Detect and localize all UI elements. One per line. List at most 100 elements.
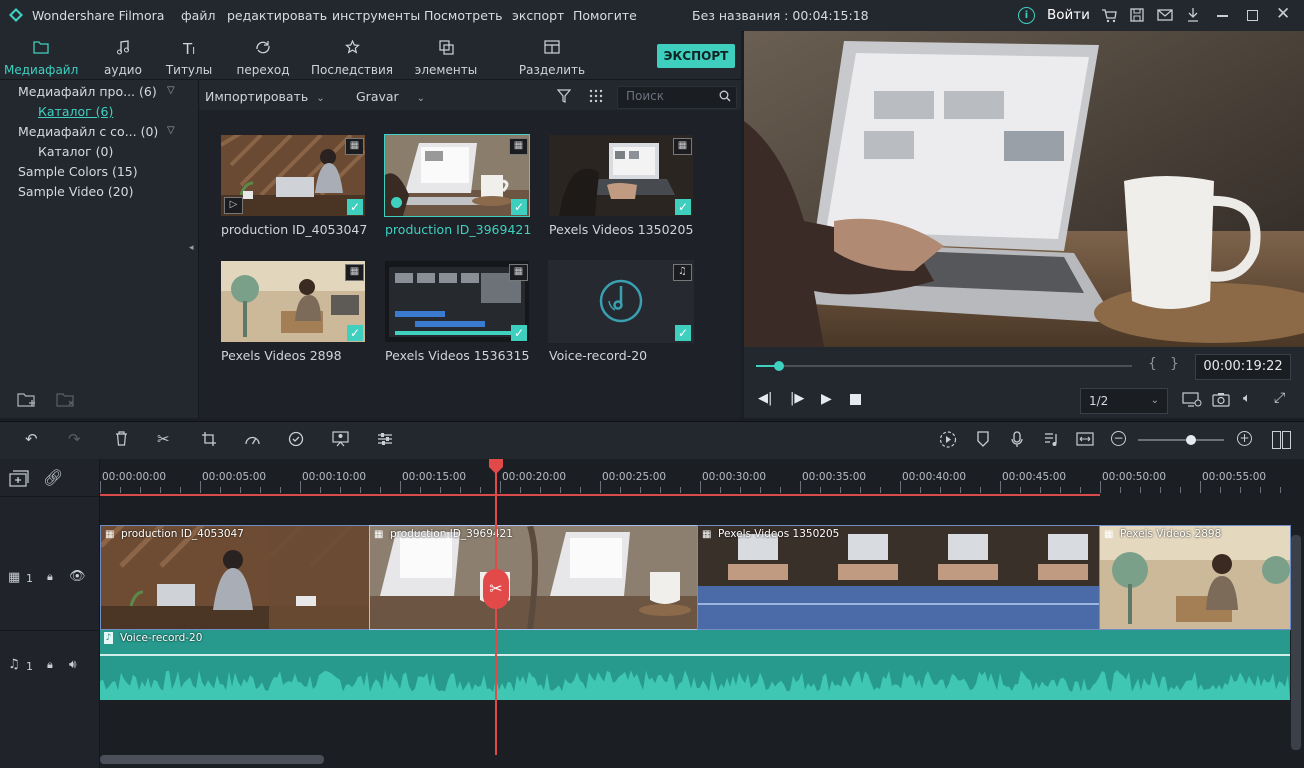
zoom-slider-handle[interactable] [1186,435,1196,445]
play-frame-icon[interactable]: |▶ [790,391,804,406]
mail-icon[interactable] [1157,9,1173,21]
audio-clip-label: Voice-record-20 [120,632,203,644]
delete-folder-icon[interactable] [56,391,76,408]
new-folder-icon[interactable] [17,391,37,408]
color-correction-icon[interactable] [288,431,304,447]
restore-icon[interactable] [1247,10,1258,21]
snapshot-camera-icon[interactable] [1212,392,1230,407]
add-track-icon[interactable] [9,470,29,487]
record-dropdown[interactable]: Gravar ⌄ [356,89,425,104]
zoom-out-icon[interactable]: − [1111,431,1126,446]
lock-icon[interactable]: 🔒︎ [47,570,53,584]
video-clip[interactable]: ▦ Pexels Videos 2898 [1099,525,1291,630]
crop-icon[interactable] [201,431,217,447]
display-settings-icon[interactable] [1182,391,1202,408]
library-item-project-media[interactable]: Медиафайл про... (6) [18,84,157,99]
menu-view[interactable]: Посмотреть [424,8,503,23]
library-item-shared-media[interactable]: Медиафайл с со... (0) [18,124,158,139]
audio-mixer-icon[interactable] [377,432,393,446]
search-icon[interactable] [719,90,731,102]
used-check-icon: ✓ [511,325,527,341]
filter-icon[interactable] [557,89,571,103]
minimize-icon[interactable] [1217,15,1228,17]
mark-out-icon[interactable]: } [1170,356,1179,372]
undo-icon[interactable]: ↶ [25,430,38,448]
playhead-handle[interactable] [487,459,505,475]
menu-help[interactable]: Помогите [573,8,637,23]
menu-edit[interactable]: редактировать [227,8,327,23]
media-label: Pexels Videos 1350205 [549,222,694,237]
media-thumb[interactable]: ▦ ✓ [548,134,694,217]
split-scissors-button[interactable]: ✂ [483,569,509,609]
library-item-folder-empty[interactable]: Каталог (0) [38,144,113,159]
volume-icon[interactable]: 🔈︎ [1243,391,1251,406]
chevron-down-icon[interactable]: ▽ [167,85,175,96]
tab-elements[interactable]: элементы [413,31,479,79]
audio-clip[interactable]: ♪ Voice-record-20 [100,630,1290,700]
delete-icon[interactable] [115,431,128,446]
timeline-layout-icon[interactable] [1272,431,1281,449]
voiceover-mic-icon[interactable] [1011,431,1023,448]
media-thumb[interactable]: ▦ ✓ [384,260,530,343]
login-button[interactable]: Войти [1047,7,1090,23]
eye-icon[interactable]: 👁︎ [69,569,86,584]
grid-view-icon[interactable] [589,89,603,103]
zoom-in-icon[interactable]: + [1237,431,1252,446]
info-icon[interactable]: i [1018,7,1035,24]
speaker-icon[interactable]: 🔊︎ [69,657,77,672]
close-icon[interactable]: ✕ [1276,4,1290,24]
play-icon[interactable]: ▶ [821,391,832,407]
stop-icon[interactable] [850,394,861,405]
library-item-sample-video[interactable]: Sample Video (20) [18,184,134,199]
video-track-number: 1 [26,572,33,585]
tab-audio[interactable]: аудио [96,31,150,79]
tab-media[interactable]: Медиафайл [4,31,78,82]
tab-transitions[interactable]: переход [234,31,292,79]
save-icon[interactable] [1130,8,1144,22]
mark-in-icon[interactable]: { [1148,356,1157,372]
fullscreen-icon[interactable]: ⤢ [1274,390,1285,406]
video-clip-selected[interactable]: ▦ production ID_3969421 [369,525,698,630]
media-thumb[interactable]: ▦ ▷ ✓ [220,134,366,217]
video-clip[interactable]: ▦ Pexels Videos 1350205 [697,525,1100,630]
speed-icon[interactable] [244,432,261,445]
tab-split-screen[interactable]: Разделить экран [499,31,605,91]
menu-export[interactable]: экспорт [512,8,564,23]
lock-icon[interactable]: 🔒︎ [47,658,53,672]
menu-tools[interactable]: инструменты [332,8,420,23]
media-thumb[interactable]: ▦ ✓ [220,260,366,343]
chevron-down-icon[interactable]: ▽ [167,125,175,136]
timeline-layout-icon-2[interactable] [1282,431,1291,449]
project-title: Без названия : 00:04:15:18 [692,8,869,23]
video-clip[interactable]: ▦ production ID_4053047 [100,525,370,630]
media-label: Pexels Videos 2898 [221,348,342,363]
timeline-horizontal-scrollbar[interactable] [100,755,324,764]
media-thumb-selected[interactable]: ▦ ✓ [384,134,530,217]
render-preview-icon[interactable] [939,431,957,448]
tab-titles[interactable]: TI Титулы [162,31,216,79]
redo-icon[interactable]: ↷ [68,430,81,448]
playback-quality-select[interactable]: 1/2 ⌄ [1080,388,1168,414]
import-dropdown[interactable]: Импортировать ⌄ [205,89,325,104]
split-scissors-icon[interactable]: ✂ [157,430,170,448]
preview-progress-track[interactable] [756,365,1132,367]
cart-icon[interactable] [1101,8,1117,23]
download-icon[interactable] [1186,7,1200,23]
library-item-folder[interactable]: Каталог (6) [38,104,113,119]
fit-timeline-icon[interactable] [1076,432,1094,446]
menu-file[interactable]: файл [181,8,215,23]
step-back-icon[interactable]: ◀| [758,391,772,406]
link-icon[interactable]: 🔗︎ [43,468,63,487]
green-screen-icon[interactable] [332,431,349,447]
export-button[interactable]: ЭКСПОРТ [657,44,735,68]
timeline-vertical-scrollbar[interactable] [1291,535,1301,750]
marker-icon[interactable] [977,431,989,447]
tab-effects[interactable]: Последствия [309,31,395,79]
preview-progress-handle[interactable] [773,361,784,371]
zoom-slider[interactable] [1138,439,1224,441]
preview-video[interactable] [744,31,1304,347]
library-item-sample-colors[interactable]: Sample Colors (15) [18,164,138,179]
audio-icon[interactable] [1044,432,1060,447]
media-thumb[interactable]: ♫ ✓ [548,260,694,343]
collapse-panel-icon[interactable]: ◂ [189,243,194,253]
